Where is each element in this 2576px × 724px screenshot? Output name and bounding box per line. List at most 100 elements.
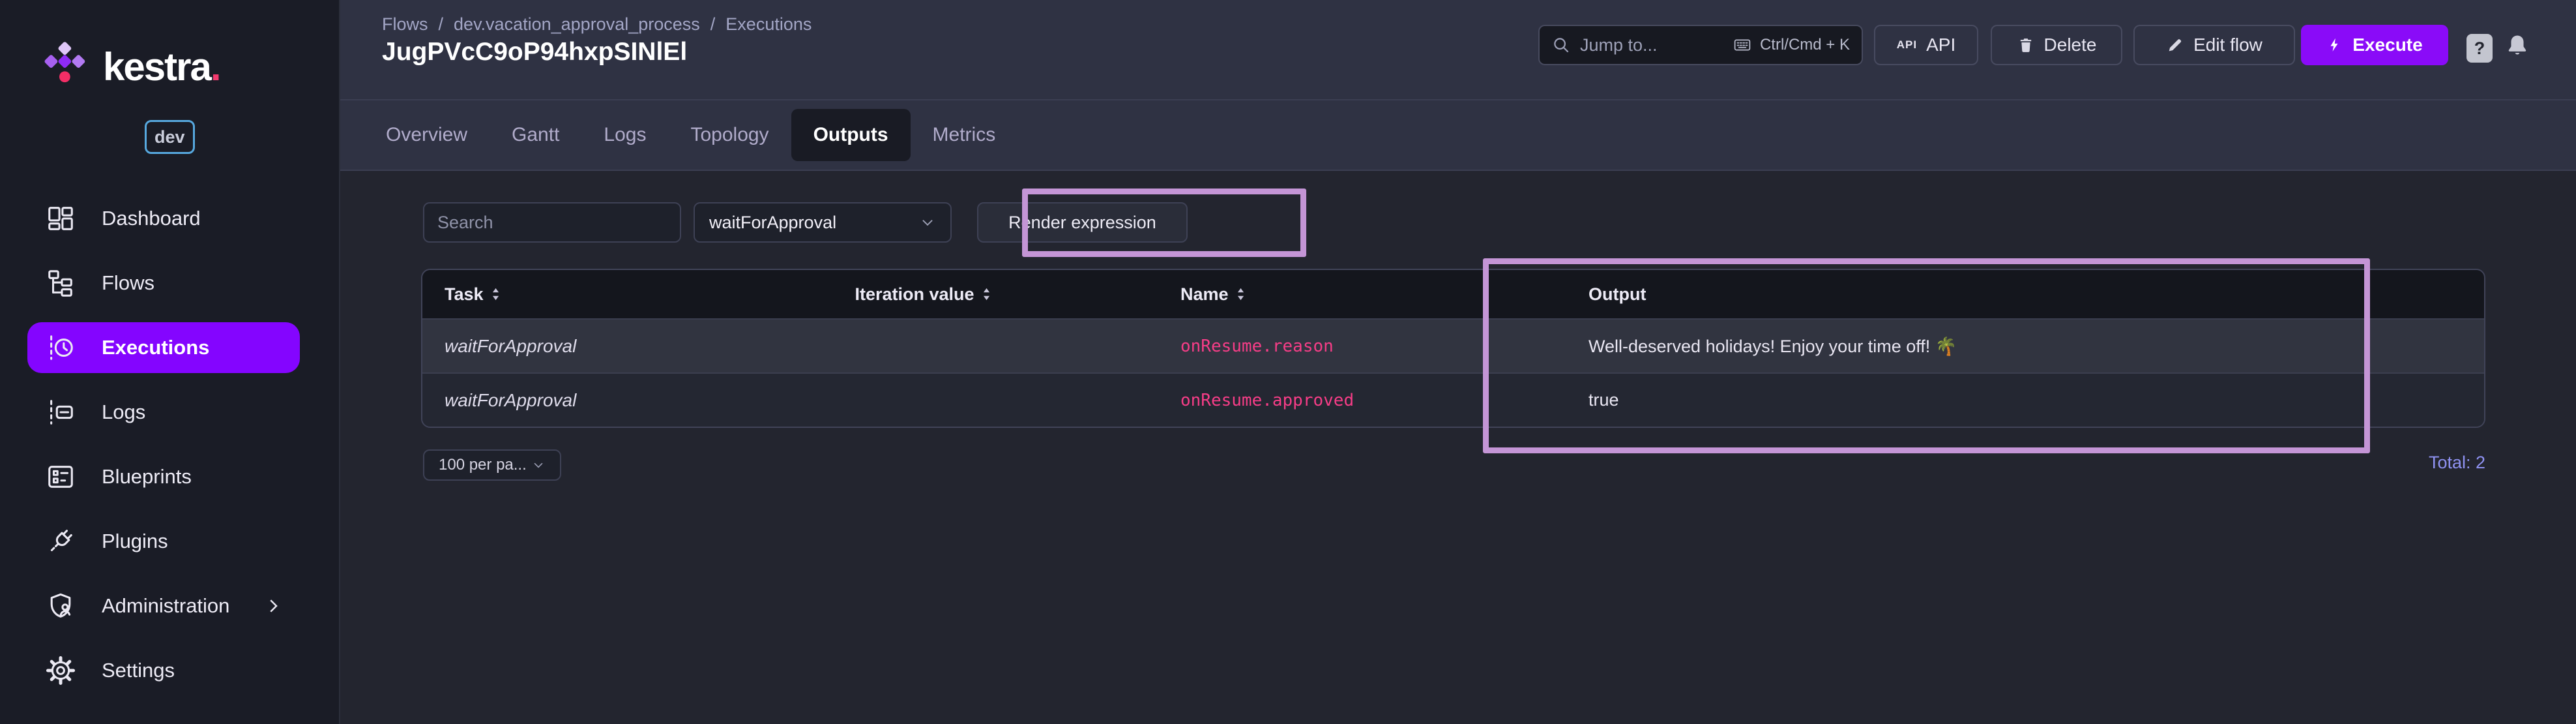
sidebar-item-label: Executions	[102, 336, 209, 359]
execute-button-label: Execute	[2352, 35, 2422, 55]
delete-button-label: Delete	[2044, 35, 2097, 55]
cell-task: waitForApproval	[422, 320, 699, 372]
edit-flow-button-label: Edit flow	[2193, 35, 2262, 55]
tab-gantt[interactable]: Gantt	[490, 109, 581, 161]
pencil-icon	[2166, 36, 2184, 54]
sidebar-item-label: Logs	[102, 400, 145, 424]
environment-badge: dev	[145, 120, 195, 154]
column-label: Name	[1180, 284, 1229, 305]
task-filter-select[interactable]: waitForApproval	[694, 202, 952, 243]
logo-dot: .	[211, 45, 220, 89]
column-label: Task	[445, 284, 484, 305]
render-expression-button[interactable]: Render expression	[977, 202, 1188, 243]
sidebar-item-plugins[interactable]: Plugins	[27, 516, 300, 567]
administration-icon	[46, 591, 76, 621]
api-icon: API	[1897, 38, 1917, 52]
api-button[interactable]: API API	[1874, 25, 1978, 65]
sidebar-item-label: Administration	[102, 594, 229, 618]
column-header-output: Output	[1556, 270, 2484, 318]
table-header: Task Iteration value Name Output	[422, 270, 2484, 318]
outputs-search[interactable]	[423, 202, 681, 243]
sidebar-item-settings[interactable]: Settings	[27, 645, 300, 696]
breadcrumb-executions[interactable]: Executions	[725, 14, 812, 35]
tab-metrics[interactable]: Metrics	[911, 109, 1018, 161]
column-label: Output	[1588, 284, 1646, 305]
sidebar-item-label: Blueprints	[102, 465, 192, 489]
sidebar-item-dashboard[interactable]: Dashboard	[27, 193, 300, 244]
executions-icon	[46, 333, 76, 363]
breadcrumb-separator: /	[439, 14, 444, 35]
plugins-icon	[46, 526, 76, 556]
sidebar-item-flows[interactable]: Flows	[27, 258, 300, 309]
breadcrumb-separator: /	[710, 14, 716, 35]
keyboard-icon	[1731, 37, 1753, 53]
cell-name: onResume.reason	[1147, 320, 1556, 372]
sidebar-item-logs[interactable]: Logs	[27, 387, 300, 438]
sort-icon	[1237, 287, 1245, 301]
sidebar-nav: Dashboard Flows Executions Logs	[0, 193, 339, 710]
search-input[interactable]	[437, 213, 668, 233]
blueprints-icon	[46, 462, 76, 492]
sort-icon	[491, 287, 500, 301]
total-count: Total: 2	[421, 453, 2485, 473]
notifications-bell-icon[interactable]	[2503, 30, 2532, 63]
chevron-down-icon	[919, 214, 936, 231]
cell-output: Well-deserved holidays! Enjoy your time …	[1556, 320, 2484, 372]
tab-topology[interactable]: Topology	[668, 109, 791, 161]
tab-overview[interactable]: Overview	[364, 109, 490, 161]
column-header-name[interactable]: Name	[1147, 270, 1556, 318]
flows-icon	[46, 268, 76, 298]
tab-outputs[interactable]: Outputs	[791, 109, 911, 161]
page-title: JugPVcC9oP94hxpSINlEl	[382, 38, 687, 67]
api-button-label: API	[1926, 35, 1955, 55]
cell-output: true	[1556, 374, 2484, 427]
kestra-app: kestra. dev Dashboard Flows Executions	[0, 0, 2576, 724]
column-label: Iteration value	[855, 284, 974, 305]
main-area: Flows / dev.vacation_approval_process / …	[340, 0, 2576, 724]
column-header-task[interactable]: Task	[422, 270, 699, 318]
trash-icon	[2017, 36, 2035, 54]
breadcrumb-flow-id[interactable]: dev.vacation_approval_process	[454, 14, 700, 35]
breadcrumb: Flows / dev.vacation_approval_process / …	[382, 14, 812, 35]
sidebar: kestra. dev Dashboard Flows Executions	[0, 0, 340, 724]
kestra-logo[interactable]: kestra.	[40, 39, 220, 94]
sidebar-item-label: Dashboard	[102, 207, 201, 230]
shortcut-hint: Ctrl/Cmd + K	[1731, 36, 1850, 54]
execution-tabs: Overview Gantt Logs Topology Outputs Met…	[340, 99, 2576, 171]
column-header-iteration-value[interactable]: Iteration value	[699, 270, 1147, 318]
sidebar-item-blueprints[interactable]: Blueprints	[27, 451, 300, 502]
jump-to-placeholder: Jump to...	[1580, 35, 1658, 55]
search-icon	[1551, 35, 1571, 55]
edit-flow-button[interactable]: Edit flow	[2133, 25, 2295, 65]
lightning-icon	[2326, 35, 2343, 55]
cell-name: onResume.approved	[1147, 374, 1556, 427]
sidebar-item-administration[interactable]: Administration	[27, 581, 300, 631]
table-row: waitForApproval onResume.approved true	[422, 372, 2484, 427]
breadcrumb-flows[interactable]: Flows	[382, 14, 428, 35]
outputs-panel	[340, 172, 2576, 724]
tab-logs[interactable]: Logs	[581, 109, 668, 161]
sidebar-item-label: Settings	[102, 659, 175, 682]
kestra-logo-icon	[40, 39, 93, 94]
outputs-table: Task Iteration value Name Output waitFor…	[421, 269, 2485, 428]
page-header: Flows / dev.vacation_approval_process / …	[340, 0, 2576, 99]
sidebar-item-label: Plugins	[102, 530, 168, 553]
sidebar-item-label: Flows	[102, 271, 154, 295]
settings-icon	[46, 656, 76, 686]
cell-iteration-value	[699, 374, 1147, 427]
table-row: waitForApproval onResume.reason Well-des…	[422, 318, 2484, 372]
sort-icon	[982, 287, 991, 301]
task-filter-value: waitForApproval	[709, 213, 836, 233]
dashboard-icon	[46, 204, 76, 234]
execute-button[interactable]: Execute	[2301, 25, 2448, 65]
jump-to-search[interactable]: Jump to... Ctrl/Cmd + K	[1538, 25, 1863, 65]
sidebar-item-executions[interactable]: Executions	[27, 322, 300, 373]
delete-button[interactable]: Delete	[1991, 25, 2122, 65]
cell-iteration-value	[699, 320, 1147, 372]
chevron-right-icon	[263, 596, 283, 616]
cell-task: waitForApproval	[422, 374, 699, 427]
logo-wordmark: kestra.	[103, 44, 220, 89]
logs-icon	[46, 397, 76, 427]
shortcut-label: Ctrl/Cmd + K	[1760, 36, 1850, 54]
help-button[interactable]: ?	[2466, 34, 2493, 63]
